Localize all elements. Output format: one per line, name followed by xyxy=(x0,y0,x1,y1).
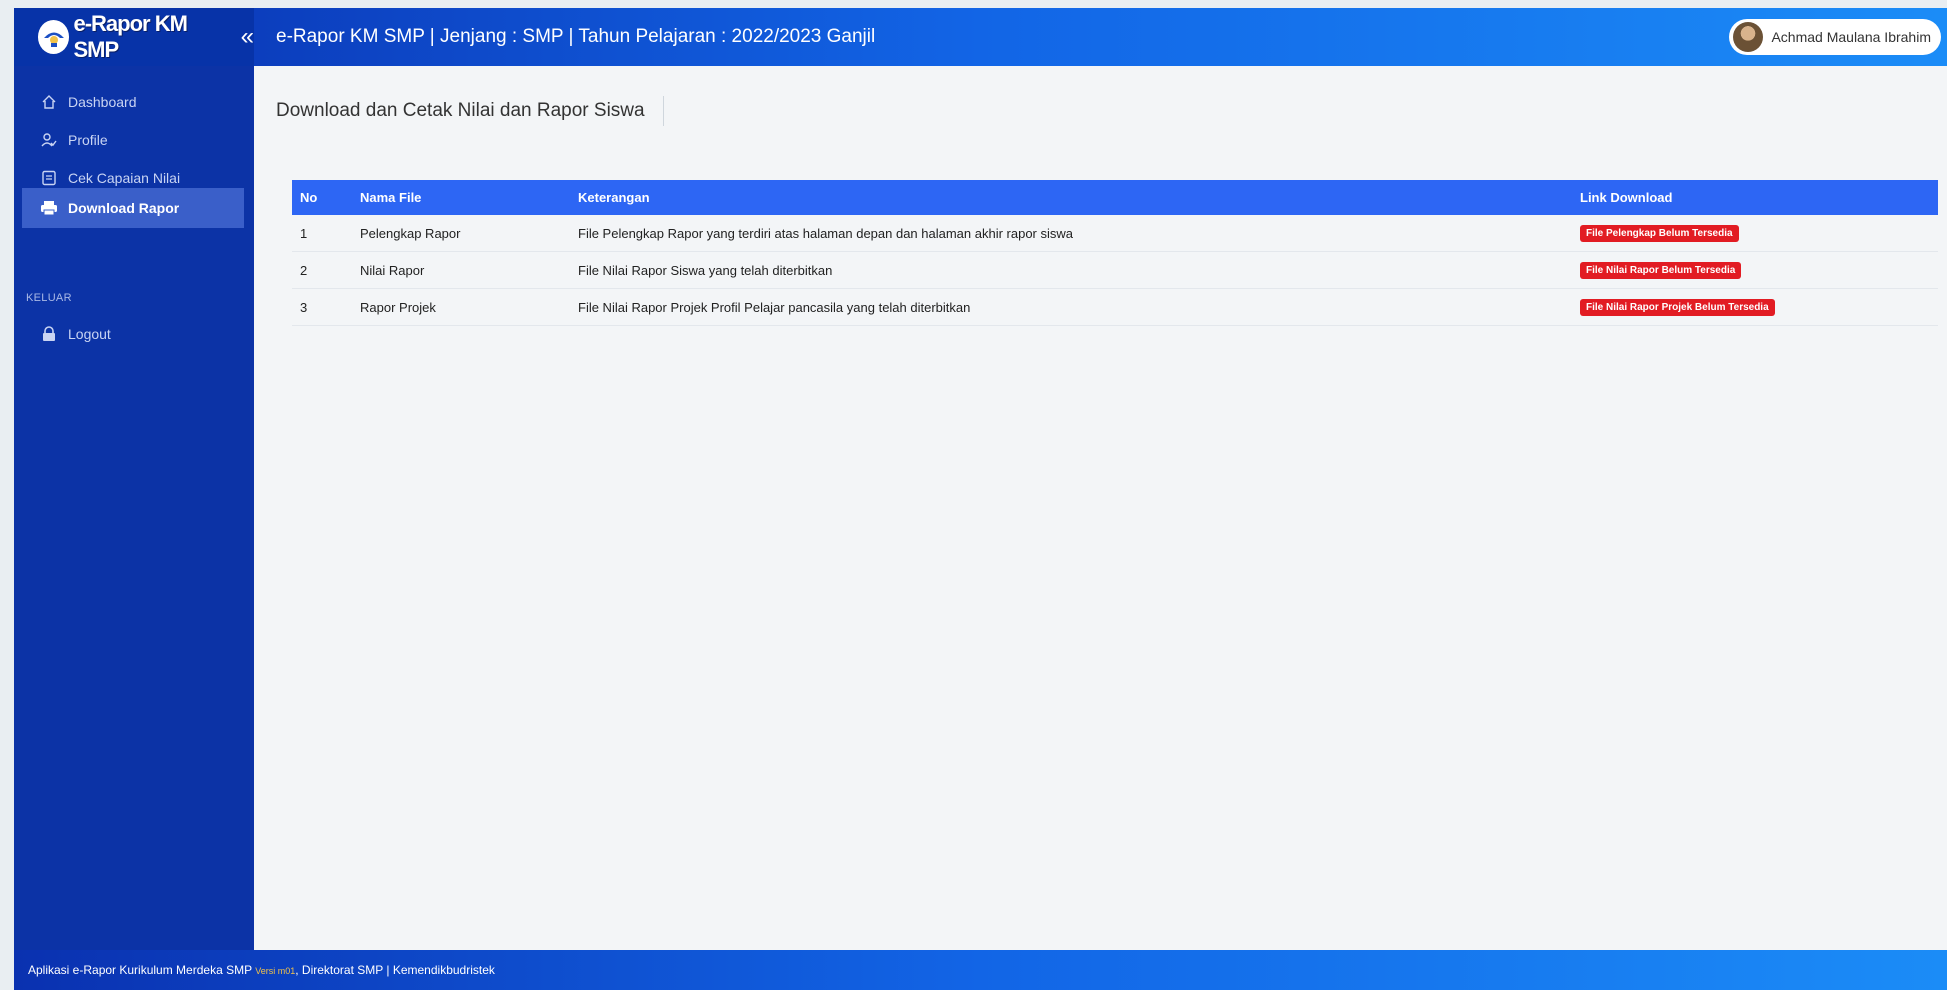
footer: Aplikasi e-Rapor Kurikulum Merdeka SMP V… xyxy=(14,950,1947,990)
column-header-keterangan: Keterangan xyxy=(570,180,1572,215)
sidebar-item-label: Dashboard xyxy=(68,94,137,110)
cell-link-download: File Nilai Rapor Projek Belum Tersedia xyxy=(1572,288,1938,326)
collapse-sidebar-button[interactable]: « xyxy=(241,25,254,49)
sidebar-item-label: Download Rapor xyxy=(68,200,180,216)
column-header-no: No xyxy=(292,180,352,215)
column-header-link-download: Link Download xyxy=(1572,180,1938,215)
sidebar-item-label: Logout xyxy=(68,326,111,342)
footer-app-name: Aplikasi e-Rapor Kurikulum Merdeka SMP xyxy=(28,963,252,977)
column-header-nama-file: Nama File xyxy=(352,180,570,215)
sidebar-section-label: KELUAR xyxy=(26,292,72,304)
app-window: e-Rapor KM SMP « e-Rapor KM SMP | Jenjan… xyxy=(14,8,1947,990)
brand: e-Rapor KM SMP « xyxy=(14,8,254,66)
tut-wuri-logo-icon xyxy=(38,20,70,54)
document-icon xyxy=(40,169,58,187)
table-header-row: No Nama File Keterangan Link Download xyxy=(292,180,1938,215)
brand-name: e-Rapor KM SMP xyxy=(73,11,187,62)
main-content: Download dan Cetak Nilai dan Rapor Siswa… xyxy=(254,66,1947,950)
footer-org: , Direktorat SMP | Kemendikbudristek xyxy=(295,963,495,977)
sidebar-item-dashboard[interactable]: Dashboard xyxy=(22,82,244,122)
cell-nama-file: Pelengkap Rapor xyxy=(352,215,570,252)
home-icon xyxy=(40,93,58,111)
sidebar-item-download-rapor[interactable]: Download Rapor xyxy=(22,188,244,228)
sidebar-item-profile[interactable]: Profile xyxy=(22,120,244,160)
page-title: Download dan Cetak Nilai dan Rapor Siswa xyxy=(276,96,664,126)
cell-link-download: File Nilai Rapor Belum Tersedia xyxy=(1572,251,1938,289)
download-status-badge[interactable]: File Nilai Rapor Belum Tersedia xyxy=(1580,262,1742,279)
table-row: 3 Rapor Projek File Nilai Rapor Projek P… xyxy=(292,288,1938,326)
user-name: Achmad Maulana Ibrahim xyxy=(1771,29,1931,45)
download-status-badge[interactable]: File Pelengkap Belum Tersedia xyxy=(1580,225,1739,242)
topbar-title: e-Rapor KM SMP | Jenjang : SMP | Tahun P… xyxy=(276,26,876,47)
printer-icon xyxy=(40,199,58,217)
cell-nama-file: Nilai Rapor xyxy=(352,251,570,289)
cell-nama-file: Rapor Projek xyxy=(352,288,570,326)
cell-no: 1 xyxy=(292,215,352,252)
lock-icon xyxy=(40,325,58,343)
cell-keterangan: File Nilai Rapor Projek Profil Pelajar p… xyxy=(570,288,1572,326)
cell-no: 3 xyxy=(292,288,352,326)
sidebar-item-logout[interactable]: Logout xyxy=(22,314,244,354)
sidebar: Dashboard Profile Cek Capaian Nilai Down… xyxy=(14,66,254,950)
avatar xyxy=(1733,22,1764,52)
sidebar-item-label: Profile xyxy=(68,132,108,148)
cell-no: 2 xyxy=(292,251,352,289)
cell-link-download: File Pelengkap Belum Tersedia xyxy=(1572,215,1938,252)
table-row: 1 Pelengkap Rapor File Pelengkap Rapor y… xyxy=(292,215,1938,252)
footer-version: Versi m01 xyxy=(255,966,296,976)
top-bar: e-Rapor KM SMP « e-Rapor KM SMP | Jenjan… xyxy=(14,8,1947,66)
user-icon xyxy=(40,131,58,149)
download-status-badge[interactable]: File Nilai Rapor Projek Belum Tersedia xyxy=(1580,299,1775,316)
download-table: No Nama File Keterangan Link Download 1 … xyxy=(292,180,1938,326)
cell-keterangan: File Nilai Rapor Siswa yang telah diterb… xyxy=(570,251,1572,289)
table-row: 2 Nilai Rapor File Nilai Rapor Siswa yan… xyxy=(292,251,1938,289)
sidebar-item-label: Cek Capaian Nilai xyxy=(68,170,181,186)
cell-keterangan: File Pelengkap Rapor yang terdiri atas h… xyxy=(570,215,1572,252)
user-menu-button[interactable]: Achmad Maulana Ibrahim xyxy=(1729,19,1941,55)
